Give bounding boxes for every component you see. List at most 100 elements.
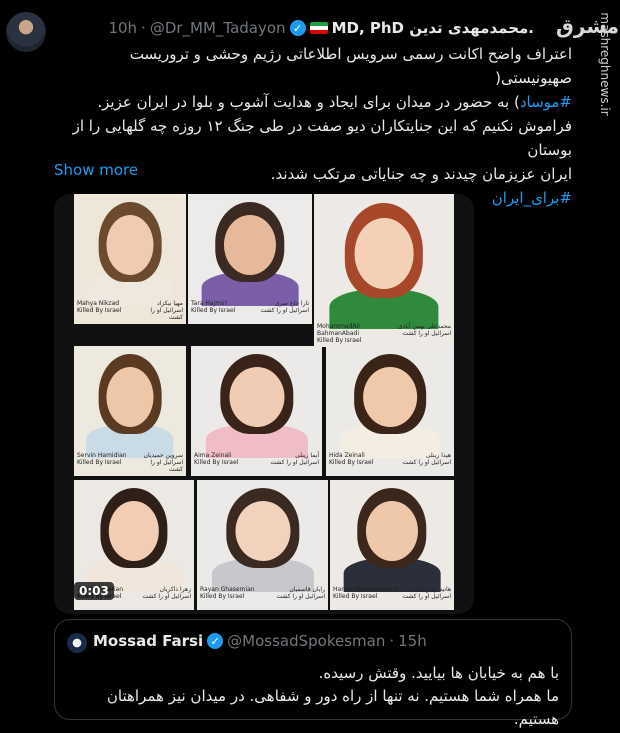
killed-by-fa: اسرائیل او را کشت <box>260 307 309 314</box>
watermark: mashreghnews.ir <box>596 8 614 120</box>
child-name-fa: آیما زینلی <box>295 452 319 459</box>
killed-by-en: Killed By Israel <box>77 459 122 466</box>
iran-flag-icon <box>309 22 328 34</box>
killed-by-fa: اسرائیل او را کشت <box>142 593 191 600</box>
portrait-caption: Mahya Nikzad Killed By Israel مهیا نیکزاد ا… <box>77 300 183 322</box>
killed-by-en: Killed By Israel <box>200 593 245 600</box>
caption-en: Aima Zeinali Killed By Israel <box>194 452 269 466</box>
killed-by-fa: اسرائیل او را کشت <box>402 330 451 337</box>
portrait-tile: MohammadAli BahmanAbadi Killed By Israel م… <box>314 194 454 347</box>
portrait-caption: Aima Zeinali Killed By Israel آیما زینلی اس… <box>194 452 319 474</box>
child-name-en: Rayan Ghasemian <box>200 586 255 593</box>
verified-badge-icon: ✓ <box>207 633 224 649</box>
video-media[interactable]: Hanieh BahmanAbadi Killed By Israel هانیه … <box>54 194 474 614</box>
tweet-body: اعتراف واضح اکانت رسمی سرویس اطلاعاتی رژ… <box>54 42 572 210</box>
portrait-caption: Hanieh BahmanAbadi Killed By Israel هانیه … <box>333 586 451 608</box>
portrait-caption: Rayan Ghasemian Killed By Israel رایان قاس… <box>200 586 325 608</box>
watermark-text: mashreghnews.ir <box>598 12 612 116</box>
portrait-face <box>106 366 154 427</box>
portrait-tile: Hanieh BahmanAbadi Killed By Israel هانیه … <box>330 480 454 610</box>
caption-fa: هیدا زینلی اسرائیل او را کشت <box>396 452 451 466</box>
killed-by-en: Killed By Israel <box>329 459 374 466</box>
portrait-face <box>354 218 414 289</box>
show-more-link[interactable]: Show more <box>54 161 138 179</box>
child-name-en: Servin Hamidian <box>77 452 127 459</box>
killed-by-en: Killed By Israel <box>333 593 378 600</box>
caption-fa: رایان قاسمیان اسرائیل او را کشت <box>269 586 325 600</box>
tweet-body-line-rest: ) به حضور در میدان برای ایجاد و هدایت آش… <box>97 93 520 111</box>
portrait-tile: Tara Hajmiri Killed By Israel تارا حاج میر… <box>188 194 312 324</box>
tweet-body-line: #موساد) به حضور در میدان برای ایجاد و هد… <box>54 90 572 114</box>
caption-en: Hida Zeinali Killed By Israel <box>329 452 402 466</box>
quoted-tweet-header: Mossad Farsi ✓ @MossadSpokesman · 15h <box>93 632 427 650</box>
killed-by-en: Killed By Israel <box>317 337 362 344</box>
child-name-en: Hida Zeinali <box>329 452 365 459</box>
portrait-tile: Hida Zeinali Killed By Israel هیدا زینلی اس… <box>326 346 454 476</box>
quoted-tweet[interactable]: Mossad Farsi ✓ @MossadSpokesman · 15h با… <box>54 619 572 728</box>
tweet-body-line: فراموش نکنیم که این جنایتکاران دیو صفت د… <box>72 117 572 159</box>
author-name[interactable]: MD, PhD محمدمهدی تدین. <box>332 19 534 37</box>
portrait-face <box>228 366 285 427</box>
portrait-tile: Servin Hamidian Killed By Israel سروین حمی… <box>74 346 186 476</box>
portrait-face <box>223 214 277 275</box>
portrait-face <box>363 366 417 427</box>
child-name-en: MohammadAli BahmanAbadi <box>317 323 360 337</box>
header-separator: · <box>141 19 146 37</box>
portrait-face <box>108 500 160 561</box>
killed-by-fa: اسرائیل او را کشت <box>150 459 183 473</box>
killed-by-fa: اسرائیل او را کشت <box>276 593 325 600</box>
caption-en: Hanieh BahmanAbadi Killed By Israel <box>333 586 404 600</box>
portrait-caption: Hida Zeinali Killed By Israel هیدا زینلی اس… <box>329 452 451 474</box>
child-name-en: Hanieh BahmanAbadi <box>333 586 399 593</box>
verified-badge-icon: ✓ <box>289 20 306 36</box>
caption-en: MohammadAli BahmanAbadi Killed By Israel <box>317 323 397 344</box>
caption-fa: هانیه بهمن آبادی اسرائیل او را کشت <box>398 586 451 600</box>
quoted-tweet-text: با هم به خیابان ها بیایید. وقتش رسیده. م… <box>67 662 559 731</box>
quoted-tweet-line: ما همراه شما هستیم. نه تنها از راه دور و… <box>106 687 559 728</box>
killed-by-en: Killed By Israel <box>191 307 236 314</box>
child-name-fa: هانیه بهمن آبادی <box>410 586 451 593</box>
tweet-header: MD, PhD محمدمهدی تدین. ✓ @Dr_MM_Tadayon … <box>54 17 534 39</box>
child-name-en: Aima Zeinali <box>194 452 232 459</box>
caption-en: Servin Hamidian Killed By Israel <box>77 452 141 466</box>
portrait-face <box>365 500 419 561</box>
portrait-caption: MohammadAli BahmanAbadi Killed By Israel م… <box>317 323 451 345</box>
author-avatar[interactable] <box>6 12 46 52</box>
tweet-body-line: اعتراف واضح اکانت رسمی سرویس اطلاعاتی رژ… <box>129 45 572 87</box>
author-handle[interactable]: @Dr_MM_Tadayon <box>150 19 286 37</box>
caption-en: Tara Hajmiri Killed By Israel <box>191 300 262 314</box>
tweet-time[interactable]: 10h <box>108 19 137 37</box>
child-name-fa: محمدعلی بهمن آبادی <box>397 323 451 330</box>
portrait-tile: Aima Zeinali Killed By Israel آیما زینلی اس… <box>191 346 322 476</box>
portrait-caption: Tara Hajmiri Killed By Israel تارا حاج میر… <box>191 300 309 322</box>
child-name-fa: سروین حمیدیان <box>143 452 183 459</box>
portrait-face <box>234 500 291 561</box>
quoted-header-separator: · <box>389 632 395 650</box>
quoted-author-name[interactable]: Mossad Farsi <box>93 632 203 650</box>
child-name-en: Mahya Nikzad <box>77 300 120 307</box>
killed-by-fa: اسرائیل او را کشت <box>402 459 451 466</box>
quoted-author-handle[interactable]: @MossadSpokesman <box>227 632 385 650</box>
killed-by-en: Killed By Israel <box>194 459 239 466</box>
child-name-fa: زهرا ذاکریان <box>159 586 191 593</box>
caption-fa: زهرا ذاکریان اسرائیل او را کشت <box>140 586 191 600</box>
quoted-tweet-time[interactable]: 15h <box>398 632 427 650</box>
portrait-tile: Mahya Nikzad Killed By Israel مهیا نیکزاد ا… <box>74 194 186 324</box>
killed-by-fa: اسرائیل او را کشت <box>270 459 319 466</box>
portrait-caption: Servin Hamidian Killed By Israel سروین حمی… <box>77 452 183 474</box>
caption-fa: تارا حاج میری اسرائیل او را کشت <box>256 300 309 314</box>
hashtag-link[interactable]: #موساد <box>520 93 572 111</box>
child-name-fa: مهیا نیکزاد <box>157 300 183 307</box>
killed-by-en: Killed By Israel <box>77 307 122 314</box>
caption-en: Rayan Ghasemian Killed By Israel <box>200 586 275 600</box>
child-name-fa: تارا حاج میری <box>274 300 309 307</box>
caption-fa: آیما زینلی اسرائیل او را کشت <box>263 452 319 466</box>
quoted-author-avatar[interactable] <box>67 633 87 653</box>
portrait-face <box>106 214 154 275</box>
video-duration-badge: 0:03 <box>74 582 114 600</box>
child-name-fa: رایان قاسمیان <box>289 586 325 593</box>
mashregh-logo: مشرق <box>556 14 620 38</box>
caption-fa: سروین حمیدیان اسرائیل او را کشت <box>135 452 183 473</box>
child-name-en: Tara Hajmiri <box>191 300 227 307</box>
caption-fa: مهیا نیکزاد اسرائیل او را کشت <box>135 300 183 321</box>
